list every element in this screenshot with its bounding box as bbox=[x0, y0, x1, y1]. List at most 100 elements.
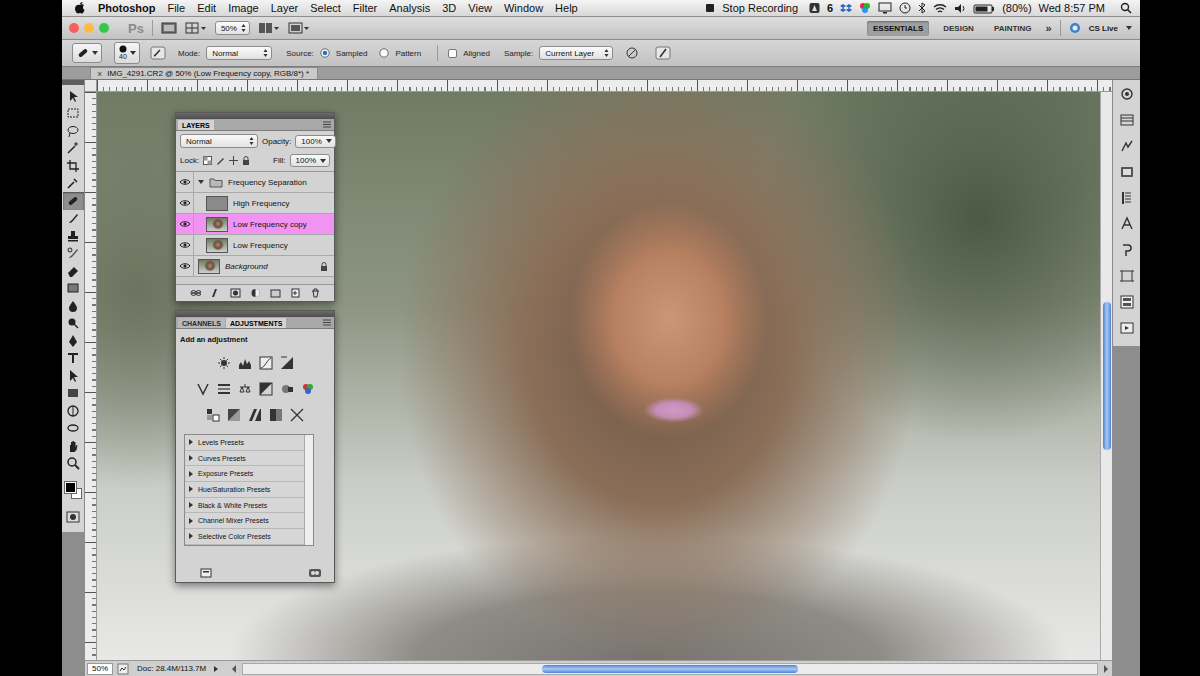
panel-icon[interactable] bbox=[1119, 268, 1135, 284]
adobe-updates-icon[interactable] bbox=[809, 2, 820, 14]
update-count[interactable]: 6 bbox=[827, 2, 833, 14]
tool-button[interactable] bbox=[63, 437, 84, 455]
layer-row[interactable]: Frequency Separation bbox=[176, 172, 334, 193]
tab-label[interactable]: LAYERS bbox=[182, 122, 210, 129]
quick-mask-icon[interactable] bbox=[66, 510, 80, 524]
preset-row[interactable]: Selective Color Presets bbox=[185, 529, 304, 545]
panel-icon[interactable] bbox=[1119, 112, 1135, 128]
scroll-thumb[interactable] bbox=[1103, 302, 1111, 450]
launch-bridge-icon[interactable] bbox=[161, 21, 177, 35]
preset-name[interactable]: Black & White Presets bbox=[198, 502, 267, 509]
sample-dropdown[interactable]: Current Layer bbox=[539, 46, 613, 60]
adjustment-icon[interactable] bbox=[238, 356, 252, 370]
tool-icon[interactable] bbox=[66, 404, 80, 418]
tool-button[interactable] bbox=[63, 245, 84, 263]
opacity-field[interactable]: 100% bbox=[295, 135, 335, 148]
tool-icon[interactable] bbox=[66, 246, 80, 260]
preset-row[interactable]: Levels Presets bbox=[185, 435, 304, 451]
disclosure-triangle[interactable] bbox=[198, 180, 204, 184]
pressure-size-icon[interactable] bbox=[655, 46, 671, 60]
adjustment-icon[interactable] bbox=[280, 382, 294, 396]
adjustment-icon[interactable] bbox=[290, 408, 304, 422]
tool-icon[interactable] bbox=[66, 176, 80, 190]
tool-button[interactable] bbox=[63, 210, 84, 228]
scroll-right-icon[interactable] bbox=[1102, 664, 1110, 674]
radio-button[interactable] bbox=[379, 48, 389, 58]
layer-action-icon[interactable] bbox=[290, 288, 301, 298]
workspace-label[interactable]: DESIGN bbox=[943, 24, 974, 33]
tool-icon[interactable] bbox=[66, 89, 80, 103]
color-swatches[interactable] bbox=[63, 480, 83, 502]
brush-picker[interactable]: 40 bbox=[114, 42, 140, 64]
preset-name[interactable]: Curves Presets bbox=[198, 455, 246, 462]
tool-icon[interactable] bbox=[66, 194, 80, 208]
layer-row[interactable]: Low Frequency copy bbox=[176, 214, 334, 235]
brush-size-value[interactable]: 40 bbox=[119, 53, 127, 61]
adjustments-panel[interactable]: CHANNELSADJUSTMENTSAdd an adjustmentLeve… bbox=[175, 310, 335, 583]
colorful-app-icon[interactable] bbox=[859, 2, 871, 14]
panel-icon[interactable] bbox=[1119, 138, 1135, 154]
lock-pixels-icon[interactable] bbox=[216, 156, 225, 165]
panel-icon[interactable] bbox=[1119, 242, 1135, 258]
zoom-value[interactable]: 50% bbox=[221, 24, 237, 33]
zoom-level[interactable]: 50% bbox=[92, 664, 108, 673]
more-workspaces[interactable]: » bbox=[1046, 22, 1052, 34]
wifi-icon[interactable] bbox=[933, 3, 947, 14]
preset-name[interactable]: Exposure Presets bbox=[198, 470, 253, 477]
expand-triangle[interactable] bbox=[189, 502, 193, 508]
lock-all-icon[interactable] bbox=[242, 156, 250, 165]
tool-button[interactable] bbox=[63, 227, 84, 245]
tool-icon[interactable] bbox=[66, 439, 80, 453]
panel-icon[interactable] bbox=[1119, 294, 1135, 310]
menu-item[interactable]: Edit bbox=[197, 2, 216, 14]
panel-menu-icon[interactable] bbox=[322, 318, 332, 327]
visibility-toggle[interactable] bbox=[176, 214, 194, 234]
tool-icon[interactable] bbox=[66, 351, 80, 365]
workspace-button[interactable]: ESSENTIALS bbox=[867, 21, 929, 36]
panel-tab[interactable]: CHANNELS bbox=[178, 318, 225, 328]
brush-panel-icon[interactable] bbox=[150, 46, 166, 60]
tool-button[interactable] bbox=[63, 420, 84, 438]
tool-icon[interactable] bbox=[66, 299, 80, 313]
layer-name[interactable]: Background bbox=[225, 262, 268, 271]
tool-icon[interactable] bbox=[66, 316, 80, 330]
eye-icon[interactable] bbox=[179, 199, 191, 207]
eye-icon[interactable] bbox=[179, 262, 191, 270]
tool-icon[interactable] bbox=[66, 281, 80, 295]
tab-label[interactable]: CHANNELS bbox=[182, 320, 221, 327]
expand-triangle[interactable] bbox=[189, 471, 193, 477]
expand-triangle[interactable] bbox=[189, 455, 193, 461]
menu-item[interactable]: Layer bbox=[271, 2, 299, 14]
tool-icon[interactable] bbox=[66, 456, 80, 470]
visibility-toggle[interactable] bbox=[176, 256, 194, 276]
workspace-button[interactable]: PAINTING bbox=[988, 21, 1038, 36]
sample-value[interactable]: Current Layer bbox=[545, 49, 594, 58]
panel-icon[interactable] bbox=[1119, 320, 1135, 336]
tool-button[interactable] bbox=[63, 455, 84, 473]
adjustment-icon[interactable] bbox=[280, 356, 294, 370]
panel-icon[interactable] bbox=[1119, 86, 1135, 102]
layer-name[interactable]: High Frequency bbox=[233, 199, 289, 208]
tool-button[interactable] bbox=[63, 105, 84, 123]
source-option[interactable]: Pattern bbox=[395, 49, 421, 58]
preset-row[interactable]: Black & White Presets bbox=[185, 498, 304, 514]
battery-icon[interactable] bbox=[973, 2, 995, 14]
panel-icon[interactable] bbox=[1119, 216, 1135, 232]
tool-button[interactable] bbox=[63, 385, 84, 403]
spotlight-icon[interactable] bbox=[1120, 2, 1132, 14]
tool-icon[interactable] bbox=[66, 211, 80, 225]
layer-row[interactable]: Low Frequency bbox=[176, 235, 334, 256]
dropdown-arrow-icon[interactable] bbox=[263, 48, 268, 58]
dropdown-arrow-icon[interactable] bbox=[241, 23, 246, 33]
app-menu[interactable]: Photoshop bbox=[98, 2, 155, 14]
visibility-toggle[interactable] bbox=[176, 172, 194, 192]
panel-icon[interactable] bbox=[1119, 164, 1135, 180]
panel-icon[interactable] bbox=[1119, 190, 1135, 206]
fill-value[interactable]: 100% bbox=[296, 156, 316, 165]
adjustment-icon[interactable] bbox=[196, 382, 210, 396]
tool-icon[interactable] bbox=[66, 106, 80, 120]
clock-icon[interactable] bbox=[899, 2, 911, 14]
panel-menu-icon[interactable] bbox=[322, 120, 332, 129]
preset-name[interactable]: Channel Mixer Presets bbox=[198, 517, 269, 524]
adjustment-icon[interactable] bbox=[206, 408, 220, 422]
